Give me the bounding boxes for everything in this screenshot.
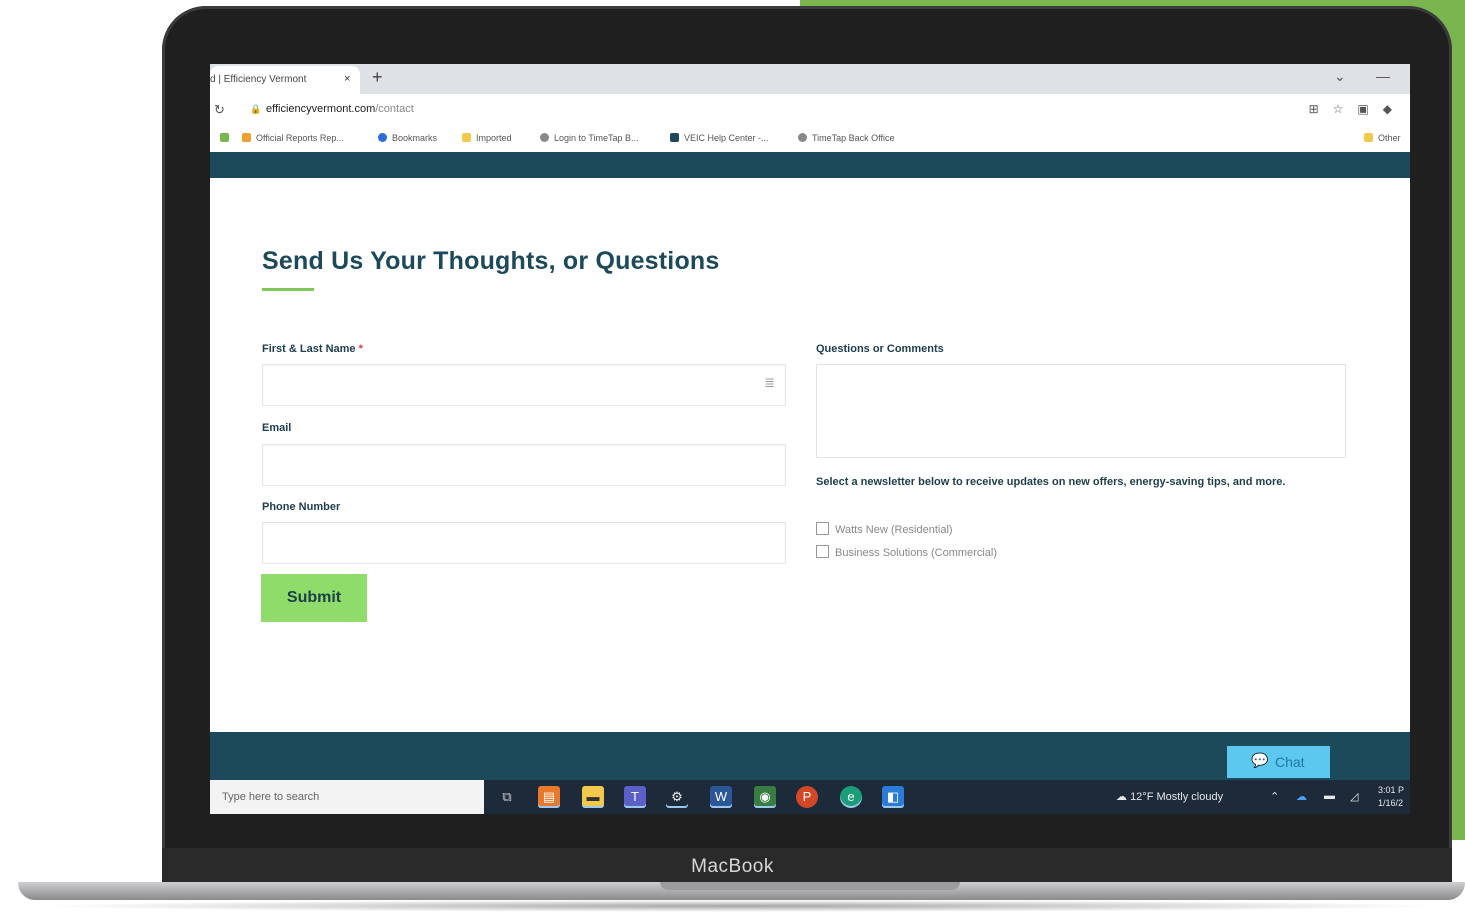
checkbox[interactable] — [816, 545, 829, 558]
newsletter-option-residential[interactable]: Watts New (Residential) — [816, 522, 953, 536]
word-app-icon[interactable]: W — [710, 786, 732, 808]
globe-icon — [798, 133, 807, 142]
star-icon[interactable]: ☆ — [1333, 102, 1358, 116]
chevron-down-icon[interactable]: ⌄ — [1334, 68, 1346, 85]
chat-button[interactable]: 💬 Chat — [1227, 746, 1330, 778]
bookmark-other[interactable]: Other — [1364, 133, 1401, 143]
bookmark-v-logo-icon[interactable] — [220, 133, 234, 143]
puzzle-icon[interactable]: ◆ — [1383, 102, 1406, 116]
submit-button[interactable]: Submit — [261, 574, 367, 622]
name-label: First & Last Name * — [262, 343, 363, 355]
folder-icon — [462, 133, 471, 142]
url-field[interactable]: efficiencyvermont.com/contact — [266, 103, 414, 115]
laptop-brand-label: MacBook — [691, 856, 774, 877]
globe-icon — [540, 133, 549, 142]
page-title: Send Us Your Thoughts, or Questions — [262, 247, 720, 275]
bookmark-veic-help[interactable]: VEIC Help Center -... — [670, 133, 769, 143]
browser-tab-bar: d | Efficiency Vermont × + ⌄ — — [210, 64, 1410, 94]
tab-title: d | Efficiency Vermont — [210, 74, 307, 85]
laptop-shadow — [30, 900, 1450, 912]
newsletter-option-commercial[interactable]: Business Solutions (Commercial) — [816, 545, 997, 559]
folder-app-icon[interactable]: ▬ — [582, 786, 604, 808]
required-marker: * — [358, 343, 363, 355]
edge-app-icon[interactable]: e — [840, 786, 862, 808]
newsletter-instructions: Select a newsletter below to receive upd… — [816, 476, 1286, 488]
outlook-app-icon[interactable]: ◧ — [882, 786, 904, 808]
bookmark-bookmarks[interactable]: Bookmarks — [378, 133, 437, 143]
chat-label: Chat — [1275, 754, 1305, 770]
email-field[interactable] — [262, 444, 786, 486]
name-field[interactable]: ≣ — [262, 364, 786, 406]
checkbox[interactable] — [816, 522, 829, 535]
windows-taskbar: Type here to search ⧉ ▤ ▬ T ⚙ W ◉ P e ◧ … — [210, 780, 1410, 814]
new-tab-icon[interactable]: + — [372, 67, 383, 88]
autofill-icon[interactable]: ≣ — [764, 375, 775, 391]
lock-icon[interactable]: 🔒 — [250, 104, 261, 115]
folder-icon — [1364, 133, 1373, 142]
network-icon[interactable]: ◿ — [1350, 790, 1358, 803]
settings-gear-icon[interactable]: ⚙ — [666, 786, 688, 808]
clock[interactable]: 3:01 P 1/16/2 — [1378, 784, 1404, 810]
tray-chevron-icon[interactable]: ⌃ — [1270, 790, 1279, 803]
bookmark-official-reports[interactable]: Official Reports Rep... — [242, 133, 344, 143]
browser-address-bar: ↻ 🔒 efficiencyvermont.com/contact ⊞☆▣◆ — [210, 94, 1410, 126]
tab-close-icon[interactable]: × — [344, 73, 350, 85]
translate-icon[interactable]: ⊞ — [1309, 102, 1333, 116]
minimize-window-icon[interactable]: — — [1376, 68, 1390, 84]
chat-bubble-icon: 💬 — [1251, 752, 1269, 768]
bookmark-dot-icon — [378, 133, 387, 142]
address-bar-actions: ⊞☆▣◆ — [1309, 102, 1406, 116]
powerpoint-app-icon[interactable]: P — [796, 786, 818, 808]
laptop-screen: d | Efficiency Vermont × + ⌄ — ↻ 🔒 effic… — [210, 64, 1410, 814]
site-header — [210, 152, 1410, 178]
task-view-icon[interactable]: ⧉ — [496, 786, 518, 808]
url-path: /contact — [375, 103, 414, 115]
url-domain: efficiencyvermont.com — [266, 103, 376, 115]
comments-label: Questions or Comments — [816, 343, 944, 355]
extension-icon[interactable]: ▣ — [1357, 102, 1382, 116]
battery-icon[interactable]: ▬ — [1324, 790, 1335, 802]
comments-textarea[interactable] — [816, 364, 1346, 458]
help-icon — [670, 133, 679, 142]
email-label: Email — [262, 422, 292, 434]
file-explorer-app-icon[interactable]: ▤ — [538, 786, 560, 808]
teams-app-icon[interactable]: T — [624, 786, 646, 808]
phone-field[interactable] — [262, 522, 786, 564]
heading-underline — [262, 288, 314, 291]
laptop-base-notch — [660, 882, 960, 890]
chrome-app-icon[interactable]: ◉ — [754, 786, 776, 808]
bookmarks-bar: Official Reports Rep... Bookmarks Import… — [210, 126, 1410, 153]
bookmark-timetap-backoffice[interactable]: TimeTap Back Office — [798, 133, 895, 143]
folder-icon — [242, 133, 251, 142]
browser-tab-active[interactable]: d | Efficiency Vermont × — [210, 66, 360, 94]
reload-icon[interactable]: ↻ — [214, 102, 225, 118]
cloud-icon: ☁ — [1116, 791, 1127, 803]
weather-status[interactable]: ☁ 12°F Mostly cloudy — [1116, 790, 1223, 803]
phone-label: Phone Number — [262, 501, 341, 513]
onedrive-icon[interactable]: ☁ — [1296, 790, 1307, 803]
taskbar-search-input[interactable]: Type here to search — [210, 780, 484, 814]
bookmark-imported[interactable]: Imported — [462, 133, 512, 143]
bookmark-timetap-login[interactable]: Login to TimeTap B... — [540, 133, 639, 143]
